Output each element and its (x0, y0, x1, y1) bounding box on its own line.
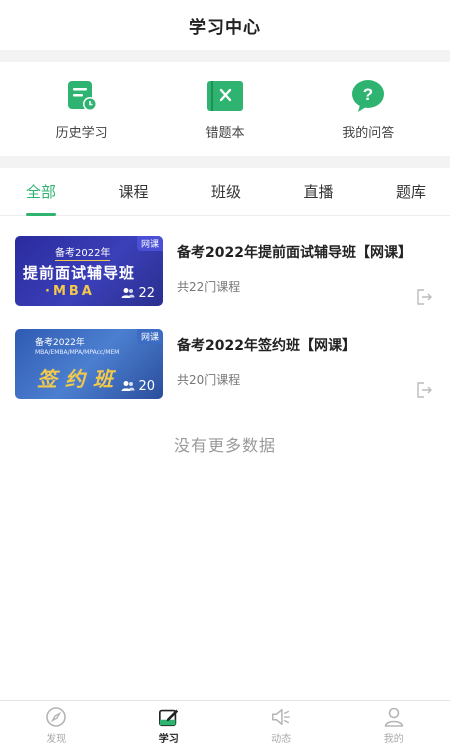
tab-question-bank[interactable]: 题库 (396, 168, 426, 216)
speaker-icon (270, 706, 292, 728)
tabbar-study-label: 学习 (158, 734, 179, 745)
course-count: 22 (121, 286, 155, 301)
course-list: 网课 备考2022年 提前面试辅导班 ·MBA 22 备考2022年提前面试辅导… (0, 224, 450, 410)
course-badge: 网课 (136, 235, 163, 251)
wrong-book-icon (205, 78, 245, 114)
quick-my-qa-label: 我的问答 (342, 125, 395, 141)
tab-live[interactable]: 直播 (303, 168, 333, 216)
tabbar-feed[interactable]: 动态 (225, 701, 338, 750)
quick-history-label: 历史学习 (55, 125, 108, 141)
thumb-main-text: 签约班 (37, 366, 121, 391)
quick-history-study[interactable]: 历史学习 (22, 78, 142, 141)
tabbar-study[interactable]: 学习 (113, 701, 226, 750)
course-title: 备考2022年提前面试辅导班【网课】 (177, 244, 412, 261)
tabbar-discover-label: 发现 (46, 734, 67, 745)
section-divider (0, 50, 450, 62)
people-icon (121, 381, 135, 391)
tab-classes[interactable]: 班级 (211, 168, 241, 216)
tabbar-discover[interactable]: 发现 (0, 701, 113, 750)
page-header: 学习中心 (0, 0, 450, 50)
course-info: 备考2022年签约班【网课】 共20门课程 (163, 329, 435, 399)
course-meta: 共22门课程 (177, 279, 241, 294)
course-title: 备考2022年签约班【网课】 (177, 337, 356, 354)
page-title: 学习中心 (189, 17, 261, 38)
course-badge: 网课 (136, 328, 163, 344)
thumb-main-text: 提前面试辅导班 (23, 263, 136, 282)
thumb-top-text: 备考2022年 (35, 337, 85, 348)
study-icon (158, 706, 180, 728)
thumb-small-text: MBA/EMBA/MPA/MPAcc/MEM (35, 348, 120, 356)
user-icon (383, 706, 405, 728)
course-thumbnail: 网课 备考2022年 提前面试辅导班 ·MBA 22 (15, 235, 163, 306)
thumb-top-text: 备考2022年 (55, 244, 111, 261)
enter-icon[interactable] (415, 288, 433, 306)
course-thumbnail: 网课 备考2022年 MBA/EMBA/MPA/MPAcc/MEM 签约班 20 (15, 328, 163, 399)
quick-wrong-book-label: 错题本 (205, 125, 245, 141)
bottom-tabbar: 发现 学习 动态 我的 (0, 700, 450, 750)
course-count-value: 20 (138, 378, 155, 394)
course-card[interactable]: 网课 备考2022年 MBA/EMBA/MPA/MPAcc/MEM 签约班 20… (15, 317, 435, 410)
quick-actions: 历史学习 错题本 ? 我的问答 (0, 62, 450, 156)
tabbar-mine[interactable]: 我的 (338, 701, 450, 750)
course-info: 备考2022年提前面试辅导班【网课】 共22门课程 (163, 236, 435, 306)
people-icon (121, 288, 135, 298)
svg-text:?: ? (363, 85, 373, 104)
thumb-sub-text: ·MBA (45, 283, 95, 299)
quick-wrong-book[interactable]: 错题本 (165, 78, 285, 141)
course-meta: 共20门课程 (177, 372, 241, 387)
course-count-value: 22 (138, 285, 155, 301)
category-tabs: 全部 课程 班级 直播 题库 (0, 168, 450, 216)
tabbar-mine-label: 我的 (383, 734, 404, 745)
section-divider (0, 156, 450, 168)
enter-icon[interactable] (415, 381, 433, 399)
no-more-data: 没有更多数据 (173, 436, 276, 455)
history-doc-icon (62, 78, 102, 114)
course-count: 20 (121, 379, 155, 394)
quick-my-qa[interactable]: ? 我的问答 (308, 78, 428, 141)
question-bubble-icon: ? (348, 78, 388, 114)
tab-courses[interactable]: 课程 (118, 168, 148, 216)
tab-all[interactable]: 全部 (26, 168, 57, 216)
tabbar-feed-label: 动态 (271, 734, 292, 745)
compass-icon (45, 706, 67, 728)
course-card[interactable]: 网课 备考2022年 提前面试辅导班 ·MBA 22 备考2022年提前面试辅导… (15, 224, 435, 317)
